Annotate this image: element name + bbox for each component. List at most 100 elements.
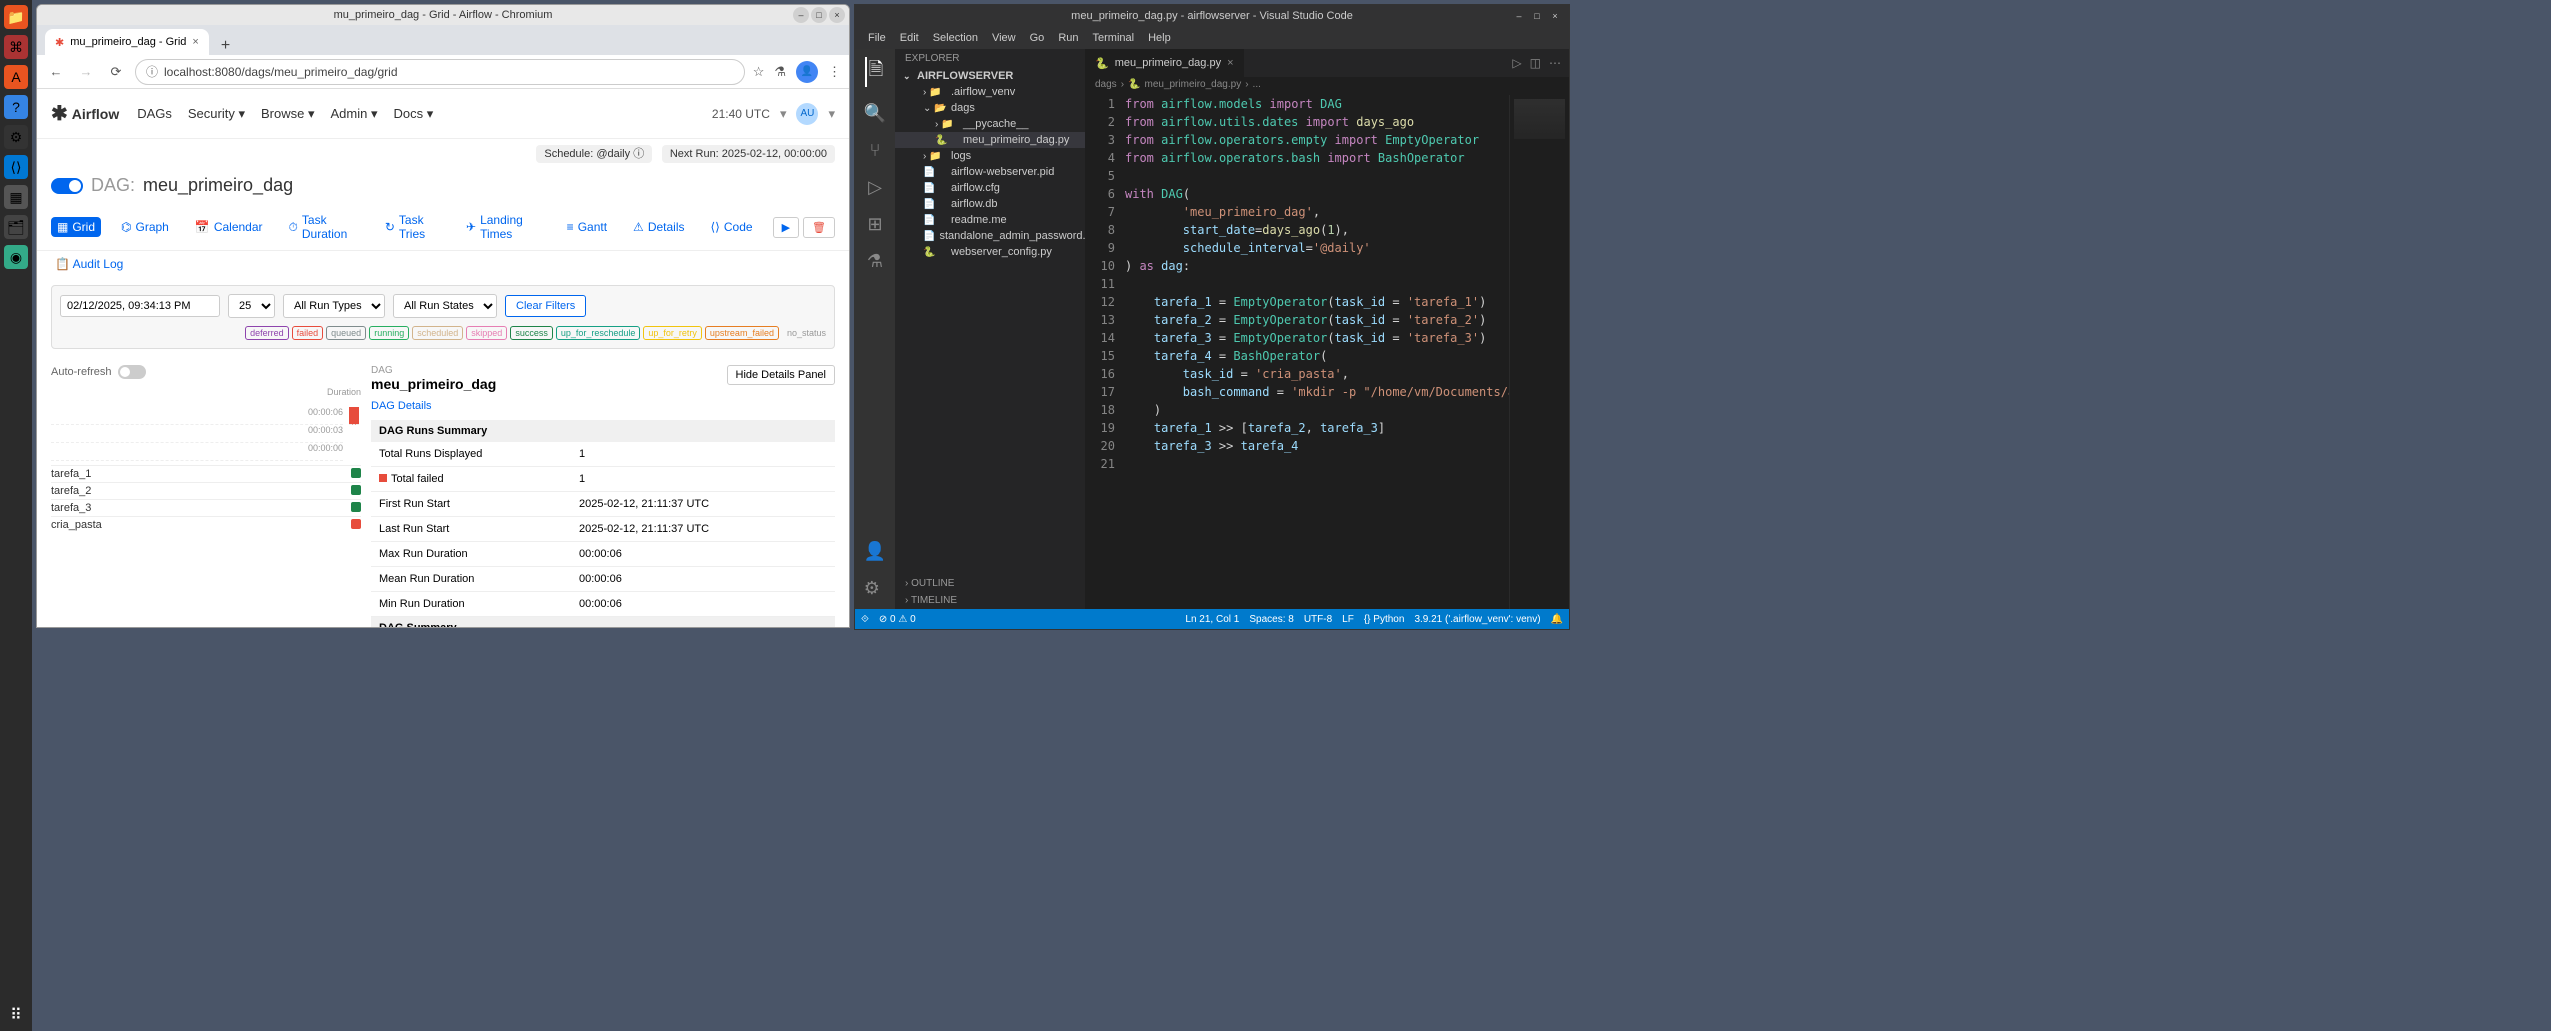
date-filter[interactable] bbox=[60, 295, 220, 317]
extensions-icon[interactable]: ⊞ bbox=[867, 214, 882, 235]
new-tab-button[interactable]: + bbox=[213, 37, 238, 55]
reload-button[interactable]: ⟳ bbox=[105, 61, 127, 83]
status-badge-up_for_reschedule[interactable]: up_for_reschedule bbox=[556, 326, 641, 340]
labs-icon[interactable]: ⚗ bbox=[774, 64, 786, 80]
menu-go[interactable]: Go bbox=[1025, 32, 1050, 44]
tab-gantt[interactable]: ≡ Gantt bbox=[561, 217, 613, 237]
run-type-filter[interactable]: All Run Types bbox=[283, 294, 385, 318]
menu-run[interactable]: Run bbox=[1053, 32, 1083, 44]
dock-appstore-icon[interactable]: A bbox=[4, 65, 28, 89]
file-item[interactable]: 🐍webserver_config.py bbox=[895, 244, 1085, 260]
delete-dag-button[interactable]: 🗑 bbox=[803, 217, 835, 238]
status-badge-deferred[interactable]: deferred bbox=[245, 326, 289, 340]
profile-avatar[interactable]: 👤 bbox=[796, 61, 818, 83]
task-row[interactable]: tarefa_1 bbox=[51, 465, 361, 482]
task-row[interactable]: tarefa_2 bbox=[51, 482, 361, 499]
dock-tweaks-icon[interactable]: ◉ bbox=[4, 245, 28, 269]
status-badge-running[interactable]: running bbox=[369, 326, 409, 340]
status-item[interactable]: UTF-8 bbox=[1304, 614, 1332, 625]
status-badge-failed[interactable]: failed bbox=[292, 326, 324, 340]
folder-item[interactable]: › 📁.airflow_venv bbox=[895, 84, 1085, 100]
clear-filters-button[interactable]: Clear Filters bbox=[505, 295, 586, 317]
folder-item[interactable]: › 📁logs bbox=[895, 148, 1085, 164]
status-badge-scheduled[interactable]: scheduled bbox=[412, 326, 463, 340]
status-badge-upstream_failed[interactable]: upstream_failed bbox=[705, 326, 779, 340]
maximize-button[interactable]: □ bbox=[811, 7, 827, 23]
outline-section[interactable]: › OUTLINE bbox=[895, 575, 1085, 592]
hide-details-button[interactable]: Hide Details Panel bbox=[727, 365, 836, 385]
airflow-logo[interactable]: ✱ Airflow bbox=[51, 101, 119, 126]
next-run-badge[interactable]: Next Run: 2025-02-12, 00:00:00 bbox=[662, 145, 835, 163]
status-item[interactable]: {} Python bbox=[1364, 614, 1405, 625]
vs-close-button[interactable]: × bbox=[1547, 8, 1563, 24]
run-bar-failed[interactable] bbox=[349, 407, 359, 425]
nav-dags[interactable]: DAGs bbox=[137, 106, 172, 122]
menu-view[interactable]: View bbox=[987, 32, 1021, 44]
editor-tab[interactable]: 🐍 meu_primeiro_dag.py × bbox=[1085, 49, 1245, 77]
folder-item[interactable]: ⌄ 📂dags bbox=[895, 100, 1085, 116]
close-button[interactable]: × bbox=[829, 7, 845, 23]
split-editor-icon[interactable]: ◫ bbox=[1530, 56, 1541, 70]
menu-selection[interactable]: Selection bbox=[928, 32, 983, 44]
explorer-icon[interactable]: 🗎 bbox=[865, 57, 883, 87]
back-button[interactable]: ← bbox=[45, 61, 67, 83]
file-item[interactable]: 🐍meu_primeiro_dag.py bbox=[895, 132, 1085, 148]
menu-edit[interactable]: Edit bbox=[895, 32, 924, 44]
forward-button[interactable]: → bbox=[75, 61, 97, 83]
browser-tab[interactable]: ✱ mu_primeiro_dag - Grid × bbox=[45, 29, 209, 55]
nav-docs[interactable]: Docs ▾ bbox=[394, 106, 434, 122]
run-file-icon[interactable]: ▷ bbox=[1512, 56, 1521, 70]
run-debug-icon[interactable]: ▷ bbox=[868, 177, 882, 198]
settings-icon[interactable]: ⚙ bbox=[864, 578, 886, 599]
show-apps-icon[interactable]: ⠿ bbox=[4, 1003, 28, 1027]
vs-maximize-button[interactable]: □ bbox=[1529, 8, 1545, 24]
tab-code[interactable]: ⟨⟩ Code bbox=[705, 217, 759, 237]
status-item[interactable]: 🔔 bbox=[1551, 614, 1563, 625]
runs-filter[interactable]: 25 bbox=[228, 294, 275, 318]
dock-settings-icon[interactable]: ⚙ bbox=[4, 125, 28, 149]
nav-browse[interactable]: Browse ▾ bbox=[261, 106, 315, 122]
nav-admin[interactable]: Admin ▾ bbox=[331, 106, 378, 122]
close-tab-icon[interactable]: × bbox=[192, 36, 198, 48]
code-editor[interactable]: 123456789101112131415161718192021 from a… bbox=[1085, 95, 1569, 609]
file-item[interactable]: 📄airflow.cfg bbox=[895, 180, 1085, 196]
dock-terminal-icon[interactable]: ⌘ bbox=[4, 35, 28, 59]
search-icon[interactable]: 🔍 bbox=[864, 103, 886, 124]
site-info-icon[interactable]: ⓘ bbox=[146, 63, 158, 80]
user-avatar[interactable]: AU bbox=[796, 103, 818, 125]
file-item[interactable]: 📄airflow-webserver.pid bbox=[895, 164, 1085, 180]
run-state-filter[interactable]: All Run States bbox=[393, 294, 497, 318]
dock-app-icon[interactable]: ▦ bbox=[4, 185, 28, 209]
nav-security[interactable]: Security ▾ bbox=[188, 106, 245, 122]
dag-details-link[interactable]: DAG Details bbox=[371, 400, 835, 412]
minimap[interactable] bbox=[1509, 95, 1569, 609]
status-badge-skipped[interactable]: skipped bbox=[466, 326, 507, 340]
status-item[interactable]: 3.9.21 ('.airflow_venv': venv) bbox=[1414, 614, 1540, 625]
file-item[interactable]: 📄readme.me bbox=[895, 212, 1085, 228]
minimize-button[interactable]: – bbox=[793, 7, 809, 23]
menu-file[interactable]: File bbox=[863, 32, 891, 44]
dock-nautilus-icon[interactable]: 🗂 bbox=[4, 215, 28, 239]
file-item[interactable]: 📄standalone_admin_password.txt bbox=[895, 228, 1085, 244]
menu-terminal[interactable]: Terminal bbox=[1088, 32, 1140, 44]
tab-grid[interactable]: ▦ Grid bbox=[51, 217, 101, 237]
tab-task-duration[interactable]: ⏱ Task Duration bbox=[283, 210, 365, 244]
status-badge-up_for_retry[interactable]: up_for_retry bbox=[643, 326, 702, 340]
more-actions-icon[interactable]: ⋯ bbox=[1549, 56, 1561, 70]
schedule-badge[interactable]: Schedule: @daily ⓘ bbox=[536, 145, 652, 163]
tab-graph[interactable]: ⌬ Graph bbox=[115, 217, 175, 237]
source-control-icon[interactable]: ⑂ bbox=[870, 140, 881, 161]
breadcrumb[interactable]: dags › 🐍 meu_primeiro_dag.py › ... bbox=[1085, 77, 1569, 95]
status-item[interactable]: Ln 21, Col 1 bbox=[1185, 614, 1239, 625]
clock-dropdown-icon[interactable]: ▾ bbox=[780, 106, 787, 122]
tab-landing-times[interactable]: ✈ Landing Times bbox=[460, 210, 547, 244]
folder-item[interactable]: › 📁__pycache__ bbox=[895, 116, 1085, 132]
audit-log-link[interactable]: 📋 Audit Log bbox=[37, 251, 849, 277]
task-row[interactable]: cria_pasta bbox=[51, 516, 361, 533]
dag-toggle[interactable] bbox=[51, 178, 83, 194]
user-dropdown-icon[interactable]: ▾ bbox=[828, 106, 835, 122]
dock-files-icon[interactable]: 📁 bbox=[4, 5, 28, 29]
problems-indicator[interactable]: ⊘ 0 ⚠ 0 bbox=[879, 614, 916, 625]
dock-vscode-icon[interactable]: ⟨⟩ bbox=[4, 155, 28, 179]
status-badge-queued[interactable]: queued bbox=[326, 326, 366, 340]
